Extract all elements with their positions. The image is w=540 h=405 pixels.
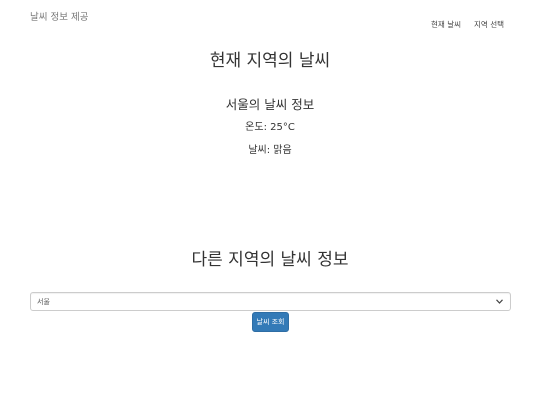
region-select[interactable]: 서울 [30,292,511,311]
current-weather-heading: 현재 지역의 날씨 [209,51,331,71]
other-region-heading: 다른 지역의 날씨 정보 [191,250,349,270]
nav-link-region-select[interactable]: 지역 선택 [474,19,504,30]
page: 날씨 정보 제공 현재 날씨 지역 선택 현재 지역의 날씨 서울의 날씨 정보… [0,0,540,405]
brand-link[interactable]: 날씨 정보 제공 [30,9,88,23]
city-weather-heading: 서울의 날씨 정보 [225,97,315,112]
temperature-text: 온도: 25°C [245,122,295,133]
chevron-down-icon [495,297,504,306]
region-select-value: 서울 [37,297,50,306]
condition-text: 날씨: 맑음 [248,145,292,156]
weather-lookup-button[interactable]: 날씨 조회 [252,312,289,332]
top-nav: 현재 날씨 지역 선택 [431,19,504,30]
nav-link-current-weather[interactable]: 현재 날씨 [431,19,461,30]
